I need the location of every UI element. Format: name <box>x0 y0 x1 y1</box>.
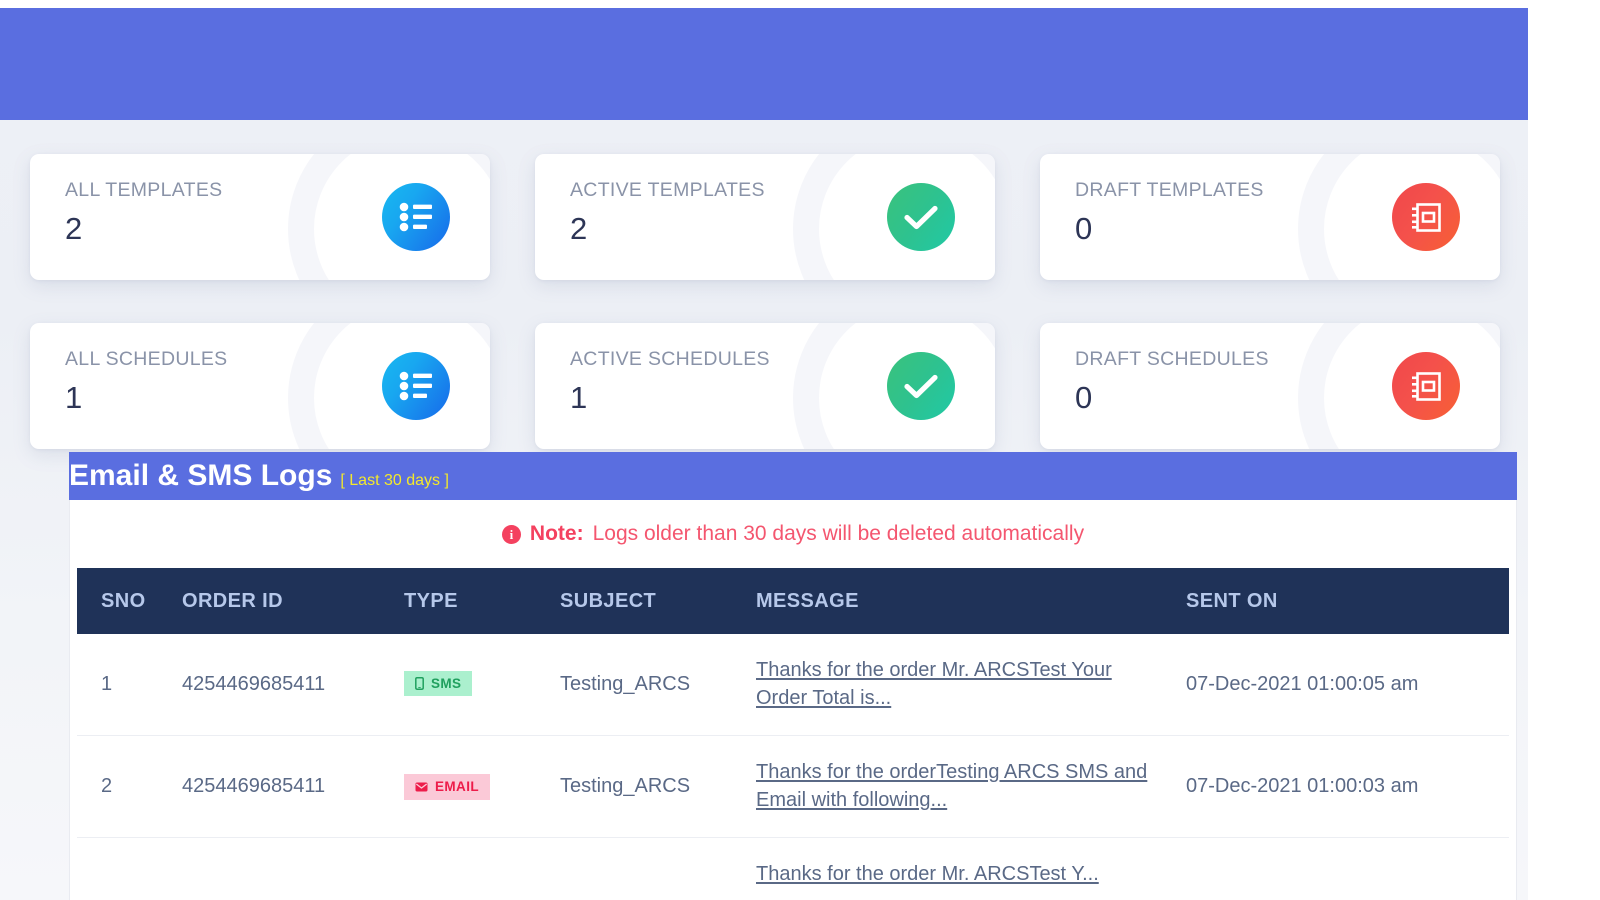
column-header-type[interactable]: TYPE <box>404 568 560 634</box>
column-header-sent-on[interactable]: SENT ON <box>1186 568 1509 634</box>
logs-panel-body: i Note: Logs older than 30 days will be … <box>69 500 1517 900</box>
cell-order-id <box>182 837 404 900</box>
status-badge-label: EMAIL <box>435 779 479 795</box>
cell-type: SMS <box>404 634 560 737</box>
cell-sent-on: 07-Dec-2021 01:00:03 am <box>1186 735 1509 839</box>
stat-card-value: 2 <box>570 211 588 246</box>
status-badge: SMS <box>404 670 473 697</box>
stat-card-value: 0 <box>1075 211 1093 246</box>
cell-sno: 2 <box>77 735 182 839</box>
cell-subject: Testing_ARCS <box>560 735 756 839</box>
stat-card-value: 1 <box>570 380 588 415</box>
cell-subject <box>560 837 756 900</box>
message-link[interactable]: Thanks for the order Mr. ARCSTest Your O… <box>756 657 1186 712</box>
message-link[interactable]: Thanks for the orderTesting ARCS SMS and… <box>756 759 1186 814</box>
column-header-order-id[interactable]: ORDER ID <box>182 568 404 634</box>
top-banner <box>0 8 1528 120</box>
cell-sno: 1 <box>77 634 182 737</box>
table-row[interactable]: Thanks for the order Mr. ARCSTest Y... <box>77 837 1509 900</box>
status-badge: EMAIL <box>404 774 490 800</box>
cell-order-id: 4254469685411 <box>182 634 404 737</box>
table-row[interactable]: 1 4254469685411 SMS Testing_ARCS Thanks … <box>77 634 1509 737</box>
stat-card-active-schedules[interactable]: ACTIVE SCHEDULES 1 <box>535 323 995 449</box>
cell-type <box>404 837 560 900</box>
cell-order-id: 4254469685411 <box>182 735 404 839</box>
notebook-icon <box>1392 183 1460 251</box>
status-badge-label: SMS <box>431 675 462 691</box>
envelope-icon <box>415 782 428 792</box>
stat-card-label: ALL SCHEDULES <box>65 348 228 370</box>
cell-sno <box>77 837 182 900</box>
check-icon <box>887 183 955 251</box>
column-header-sno[interactable]: SNO <box>77 568 182 634</box>
list-icon <box>382 352 450 420</box>
stat-card-draft-templates[interactable]: DRAFT TEMPLATES 0 <box>1040 154 1500 280</box>
logs-table: SNO ORDER ID TYPE SUBJECT MESSAGE SENT O… <box>77 568 1509 900</box>
message-link[interactable]: Thanks for the order Mr. ARCSTest Y... <box>756 861 1135 889</box>
cell-sent-on <box>1186 837 1509 900</box>
stat-card-label: ALL TEMPLATES <box>65 179 223 201</box>
cell-message: Thanks for the orderTesting ARCS SMS and… <box>756 735 1186 839</box>
logs-panel-subtitle: [ Last 30 days ] <box>340 472 449 489</box>
info-circle-icon: i <box>501 524 521 544</box>
app-viewport: ALL TEMPLATES 2 ACTIVE TEMPLATES 2 DRAFT… <box>0 0 1528 900</box>
logs-panel-title: Email & SMS Logs <box>69 459 333 492</box>
stat-card-value: 1 <box>65 380 83 415</box>
column-header-subject[interactable]: SUBJECT <box>560 568 756 634</box>
stat-card-all-schedules[interactable]: ALL SCHEDULES 1 <box>30 323 490 449</box>
stat-card-value: 2 <box>65 211 83 246</box>
stat-card-active-templates[interactable]: ACTIVE TEMPLATES 2 <box>535 154 995 280</box>
cell-type: EMAIL <box>404 735 560 839</box>
logs-table-body: 1 4254469685411 SMS Testing_ARCS Thanks … <box>77 634 1509 900</box>
table-header-row: SNO ORDER ID TYPE SUBJECT MESSAGE SENT O… <box>77 568 1509 634</box>
logs-note-text: Logs older than 30 days will be deleted … <box>592 522 1085 545</box>
stat-card-draft-schedules[interactable]: DRAFT SCHEDULES 0 <box>1040 323 1500 449</box>
stat-card-label: ACTIVE SCHEDULES <box>570 348 770 370</box>
cell-sent-on: 07-Dec-2021 01:00:05 am <box>1186 634 1509 737</box>
page-root: ALL TEMPLATES 2 ACTIVE TEMPLATES 2 DRAFT… <box>0 0 1600 900</box>
logs-panel-header: Email & SMS Logs [ Last 30 days ] <box>69 452 1517 500</box>
column-header-message[interactable]: MESSAGE <box>756 568 1186 634</box>
logs-note-label: Note: <box>529 522 584 545</box>
cell-message: Thanks for the order Mr. ARCSTest Your O… <box>756 634 1186 737</box>
stat-card-label: DRAFT TEMPLATES <box>1075 179 1264 201</box>
stat-card-value: 0 <box>1075 380 1093 415</box>
stat-card-all-templates[interactable]: ALL TEMPLATES 2 <box>30 154 490 280</box>
list-icon <box>382 183 450 251</box>
top-sliver <box>0 0 1528 8</box>
mobile-icon <box>415 676 424 690</box>
stat-cards-region: ALL TEMPLATES 2 ACTIVE TEMPLATES 2 DRAFT… <box>0 120 1528 460</box>
table-row[interactable]: 2 4254469685411 EMAIL Testing_ARCS Thank… <box>77 735 1509 839</box>
cell-message: Thanks for the order Mr. ARCSTest Y... <box>756 837 1186 900</box>
check-icon <box>887 352 955 420</box>
stat-card-label: DRAFT SCHEDULES <box>1075 348 1269 370</box>
cell-subject: Testing_ARCS <box>560 634 756 737</box>
logs-note: i Note: Logs older than 30 days will be … <box>70 500 1516 568</box>
stat-card-label: ACTIVE TEMPLATES <box>570 179 765 201</box>
notebook-icon <box>1392 352 1460 420</box>
logs-table-head: SNO ORDER ID TYPE SUBJECT MESSAGE SENT O… <box>77 568 1509 634</box>
